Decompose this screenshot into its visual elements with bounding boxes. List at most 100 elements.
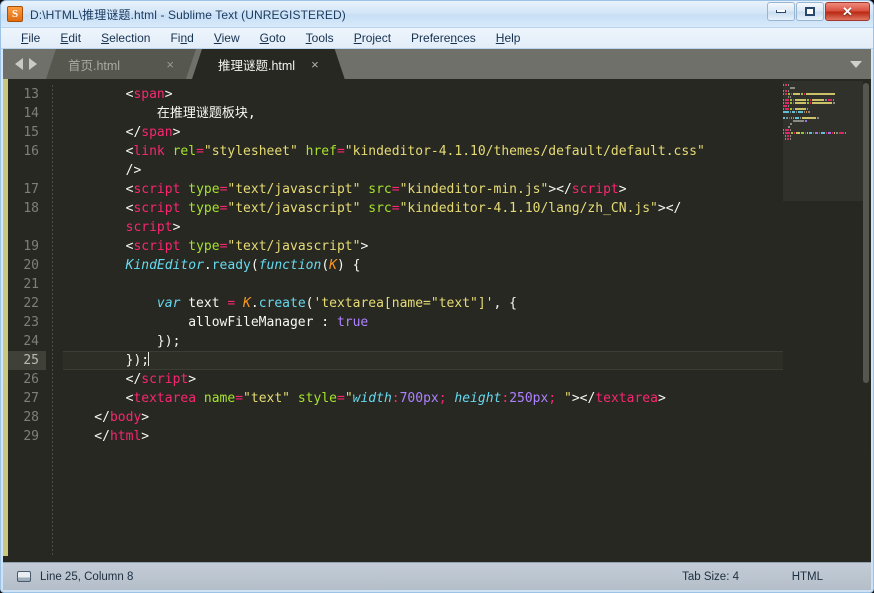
line-number: 19 bbox=[23, 239, 39, 254]
minimap-token bbox=[828, 98, 832, 101]
pane-icon[interactable] bbox=[17, 571, 31, 582]
token-punc: </ bbox=[63, 410, 110, 425]
menu-item-tools[interactable]: Tools bbox=[296, 28, 344, 49]
code-line[interactable]: KindEditor.ready(function(K) { bbox=[63, 256, 783, 275]
token-punc bbox=[63, 125, 126, 140]
minimap-token bbox=[791, 92, 792, 95]
code-line[interactable]: }); bbox=[63, 332, 783, 351]
minimap-token bbox=[790, 98, 792, 101]
maximize-button[interactable] bbox=[796, 2, 824, 21]
vertical-scrollbar-thumb[interactable] bbox=[863, 83, 869, 383]
tab-label: 推理谜题.html bbox=[218, 58, 296, 73]
arrow-left-icon[interactable] bbox=[15, 58, 23, 70]
minimap-token bbox=[787, 134, 789, 137]
code-line[interactable]: <span> bbox=[63, 85, 783, 104]
code-line[interactable]: <textarea name="text" style="width:700px… bbox=[63, 389, 783, 408]
menu-item-find[interactable]: Find bbox=[160, 28, 203, 49]
token-punc: }); bbox=[63, 334, 181, 349]
minimap-token bbox=[793, 119, 804, 122]
code-line[interactable]: allowFileManager : true bbox=[63, 313, 783, 332]
menu-item-project[interactable]: Project bbox=[344, 28, 401, 49]
code-line[interactable]: script> bbox=[63, 218, 783, 237]
minimap-token bbox=[809, 131, 812, 134]
tab-1[interactable]: 首页.html × bbox=[46, 49, 196, 79]
code-line[interactable] bbox=[63, 275, 783, 294]
minimap-token bbox=[821, 131, 825, 134]
menu-item-goto[interactable]: Goto bbox=[250, 28, 296, 49]
minimap-token bbox=[790, 110, 791, 113]
tab-nav bbox=[3, 49, 46, 79]
token-plain: ( bbox=[321, 258, 330, 273]
token-css-prop: width bbox=[352, 391, 392, 406]
line-number: 21 bbox=[23, 277, 39, 292]
close-button[interactable]: ✕ bbox=[825, 2, 870, 21]
minimap-token bbox=[806, 92, 835, 95]
minimize-button[interactable] bbox=[767, 2, 795, 21]
minimap-token bbox=[785, 98, 789, 101]
token-op: = bbox=[391, 182, 400, 197]
code-line[interactable]: var text = K.create('textarea[name="text… bbox=[63, 294, 783, 313]
menu-item-view[interactable]: View bbox=[204, 28, 250, 49]
code-line[interactable]: <link rel="stylesheet" href="kindeditor-… bbox=[63, 142, 783, 161]
token-punc: > bbox=[133, 163, 142, 178]
close-icon[interactable]: × bbox=[311, 58, 319, 71]
minimap-token bbox=[785, 83, 787, 86]
token-kw: function bbox=[258, 258, 322, 273]
minimap-token bbox=[801, 92, 803, 95]
minimap-token bbox=[834, 131, 835, 134]
code-line[interactable]: </body> bbox=[63, 408, 783, 427]
minimap-token bbox=[795, 101, 806, 104]
tab-overflow-button[interactable] bbox=[850, 49, 862, 79]
code-line[interactable]: 在推理谜题板块, bbox=[63, 104, 783, 123]
minimap-token bbox=[785, 107, 789, 110]
menu-item-file[interactable]: File bbox=[11, 28, 50, 49]
line-number: 23 bbox=[23, 315, 39, 330]
minimap[interactable] bbox=[783, 79, 871, 556]
token-str: "kindeditor-4.1.10/lang/zh_CN.js" bbox=[399, 201, 658, 216]
code-line[interactable]: </html> bbox=[63, 427, 783, 446]
status-tab-size[interactable]: Tab Size: 4 bbox=[682, 571, 739, 583]
token-str: " bbox=[344, 391, 353, 406]
code-editor[interactable]: 13 14 15 16. 17 18. 19 20 21 22 23 24 25 26 27 28 29 <sp… bbox=[3, 79, 871, 556]
code-line[interactable]: </script> bbox=[63, 370, 783, 389]
token-op: = bbox=[336, 391, 345, 406]
token-punc: </ bbox=[125, 372, 142, 387]
token-punc: > bbox=[618, 182, 627, 197]
token-punc bbox=[63, 201, 126, 216]
tab-list: 首页.html × 推理谜题.html × bbox=[46, 49, 345, 79]
code-line[interactable]: </span> bbox=[63, 123, 783, 142]
close-icon[interactable]: × bbox=[166, 58, 174, 71]
token-punc: > bbox=[164, 87, 173, 102]
token-punc: </ bbox=[125, 125, 142, 140]
token-op: : bbox=[391, 391, 400, 406]
menu-item-selection[interactable]: Selection bbox=[91, 28, 160, 49]
minimap-token bbox=[795, 107, 806, 110]
code-line[interactable]: <script type="text/javascript" src="kind… bbox=[63, 199, 783, 218]
status-syntax[interactable]: HTML bbox=[792, 571, 823, 583]
minimap-token bbox=[790, 134, 791, 137]
code-line[interactable]: /> bbox=[63, 161, 783, 180]
menu-item-edit[interactable]: Edit bbox=[50, 28, 91, 49]
minimap-token bbox=[796, 131, 800, 134]
minimap-token bbox=[783, 128, 784, 131]
arrow-right-icon[interactable] bbox=[29, 58, 37, 70]
token-plain: 在推理谜题板块, bbox=[63, 106, 256, 121]
token-str: 'textarea[name="text"]' bbox=[313, 296, 494, 311]
token-fn: KindEditor bbox=[125, 258, 204, 273]
code-line[interactable]: }); bbox=[63, 351, 783, 370]
minimap-token bbox=[783, 101, 784, 104]
menu-item-preferences[interactable]: Preferences bbox=[401, 28, 486, 49]
code-line[interactable]: <script type="text/javascript"> bbox=[63, 237, 783, 256]
menu-item-help[interactable]: Help bbox=[486, 28, 531, 49]
token-attr: type bbox=[188, 239, 220, 254]
vertical-scrollbar[interactable] bbox=[863, 83, 869, 552]
token-param: K bbox=[243, 296, 251, 311]
token-punc bbox=[63, 144, 126, 159]
status-bar: Line 25, Column 8 Tab Size: 4 HTML bbox=[3, 562, 871, 590]
tab-2[interactable]: 推理谜题.html × bbox=[192, 49, 345, 79]
token-tag: body bbox=[109, 410, 142, 425]
token-tag: script bbox=[141, 372, 189, 387]
code-line[interactable]: <script type="text/javascript" src="kind… bbox=[63, 180, 783, 199]
code-content[interactable]: <span> 在推理谜题板块, </span> <link rel="style… bbox=[53, 79, 783, 556]
